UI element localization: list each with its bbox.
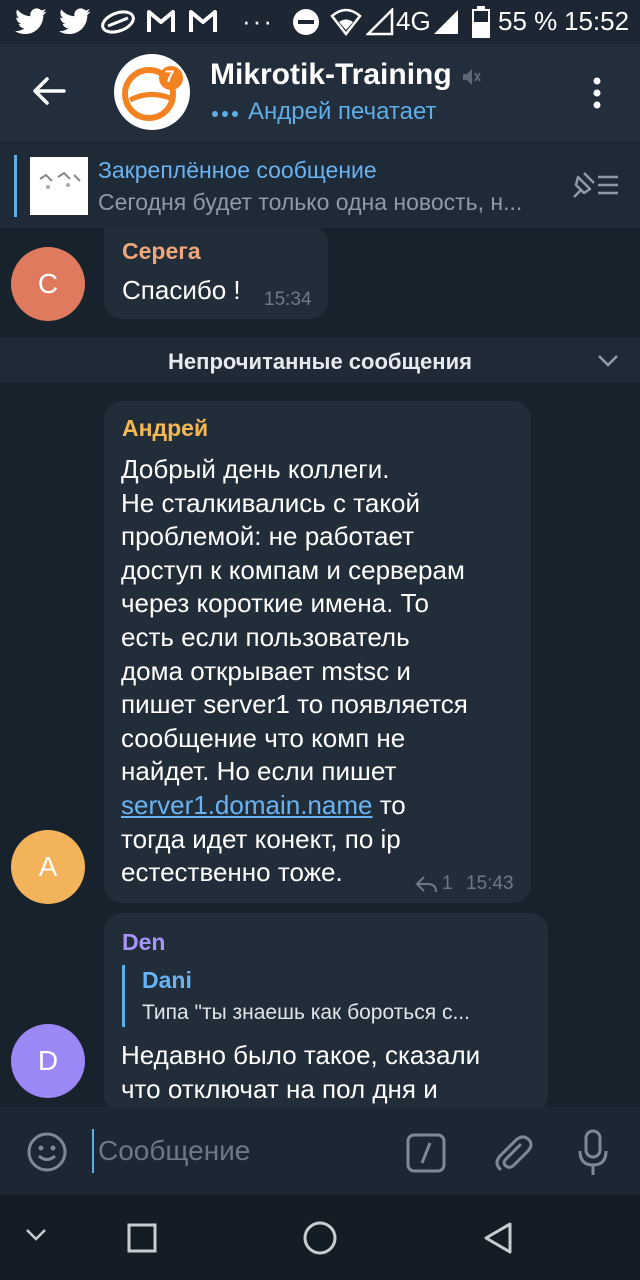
unread-label: Непрочитанные сообщения — [168, 349, 472, 374]
signal-full-icon — [434, 10, 458, 34]
dnd-icon — [293, 9, 319, 35]
message-link[interactable]: server1.domain.name — [121, 790, 372, 820]
message-bubble[interactable]: Серега Спасибо ! 15:34 — [104, 226, 328, 319]
twitter-icon — [15, 8, 47, 35]
emoji-icon[interactable] — [26, 1131, 68, 1173]
pinned-thumbnail — [30, 157, 88, 215]
sender-name[interactable]: Андрей — [122, 415, 208, 442]
message-composer — [0, 1107, 640, 1195]
microphone-icon[interactable] — [576, 1129, 610, 1177]
message-time: 15:43 — [466, 873, 514, 894]
quoted-text[interactable]: Типа "ты знаешь как бороться с... — [142, 1001, 470, 1025]
message-text: Недавно было такое, сказали что отключат… — [121, 1040, 481, 1104]
message-text: Добрый день коллеги. Не сталкивались с т… — [121, 453, 521, 890]
home-button-icon[interactable] — [302, 1220, 338, 1256]
back-arrow-icon[interactable] — [32, 76, 66, 106]
reply-icon — [415, 876, 437, 893]
group-avatar[interactable]: 7 — [114, 54, 190, 130]
message-time: 15:34 — [264, 289, 312, 310]
twitter-icon — [59, 8, 91, 35]
clock: 15:52 — [564, 6, 630, 36]
battery-percent: 55 % — [498, 6, 558, 36]
pinned-text: Сегодня будет только одна новость, н... — [98, 189, 523, 215]
message-input[interactable] — [92, 1129, 392, 1173]
tidal-icon — [101, 10, 135, 34]
back-button-icon[interactable] — [482, 1221, 514, 1255]
avatar-badge: 7 — [165, 67, 175, 86]
avatar[interactable]: D — [11, 1024, 85, 1098]
muted-icon — [463, 69, 481, 85]
message-bubble[interactable]: Андрей Добрый день коллеги. Не сталкивал… — [104, 401, 531, 903]
message-text-part: Добрый день коллеги. Не сталкивались с т… — [121, 454, 468, 787]
more-notifications: ··· — [242, 6, 274, 36]
more-menu-icon[interactable] — [590, 76, 604, 110]
sender-name[interactable]: Серега — [122, 238, 201, 265]
system-navigation-bar — [0, 1195, 640, 1280]
message-text: Спасибо ! — [122, 275, 241, 305]
pinned-title: Закреплённое сообщение — [98, 157, 377, 183]
attach-icon[interactable] — [490, 1131, 534, 1175]
sender-name[interactable]: Den — [122, 929, 165, 956]
gmail-icon — [147, 10, 175, 32]
avatar[interactable]: А — [11, 830, 85, 904]
pinned-indicator — [14, 155, 17, 217]
mikrotik-logo — [122, 66, 183, 121]
battery-icon — [472, 6, 490, 38]
recents-button-icon[interactable] — [126, 1222, 158, 1254]
message-bubble[interactable]: Den Dani Типа "ты знаешь как бороться с.… — [104, 913, 548, 1113]
pinned-message-bar[interactable]: Закреплённое сообщение Сегодня будет тол… — [0, 143, 640, 228]
chat-header: 7 Mikrotik-Training Андрей печатает — [0, 44, 640, 142]
pin-list-icon[interactable] — [570, 169, 620, 201]
hide-keyboard-icon[interactable] — [24, 1227, 48, 1243]
chat-title[interactable]: Mikrotik-Training — [210, 58, 452, 92]
avatar[interactable]: С — [11, 247, 85, 321]
typing-status: Андрей печатает — [248, 98, 437, 125]
gmail-icon — [189, 10, 217, 32]
reply-count: 1 — [442, 873, 453, 894]
bot-command-icon[interactable] — [406, 1133, 446, 1173]
unread-divider: Непрочитанные сообщения — [0, 337, 640, 383]
status-bar: ··· 4G 55 % 15:52 — [0, 0, 640, 44]
quoted-sender[interactable]: Dani — [142, 967, 192, 994]
wifi-icon — [330, 8, 362, 36]
chevron-down-icon[interactable] — [596, 353, 620, 369]
signal-icon — [366, 8, 394, 36]
typing-dots-icon — [212, 111, 238, 117]
reply-quote-bar — [122, 965, 125, 1027]
network-type: 4G — [396, 6, 431, 36]
